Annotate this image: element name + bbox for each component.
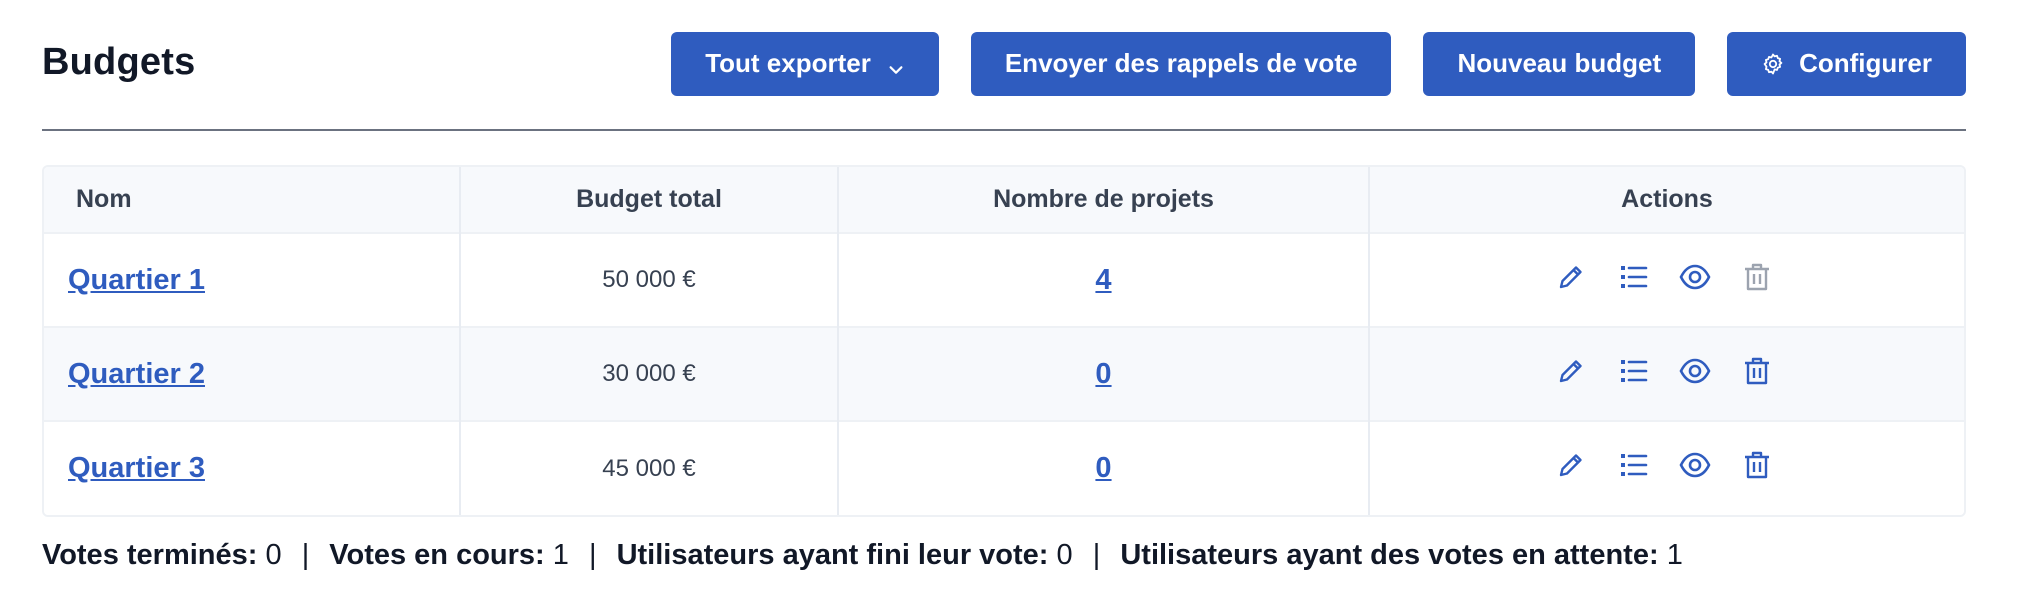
projects-count-cell: 0 [838, 421, 1370, 515]
column-header-projects: Nombre de projets [838, 167, 1370, 233]
list-icon[interactable] [1617, 449, 1649, 481]
budget-name-link[interactable]: Quartier 2 [68, 358, 205, 390]
eye-icon[interactable] [1679, 449, 1711, 481]
trash-icon [1741, 261, 1773, 293]
send-vote-reminders-label: Envoyer des rappels de vote [1004, 48, 1358, 78]
projects-count-link[interactable]: 4 [1095, 264, 1111, 296]
votes-finished-label: Votes terminés: [42, 539, 258, 571]
separator: | [301, 539, 310, 571]
new-budget-label: Nouveau budget [1457, 48, 1662, 78]
vote-statistics: Votes terminés: 0 | Votes en cours: 1 | … [42, 539, 1966, 572]
page-header: Budgets Tout exporter Envoyer des rappel… [42, 0, 1966, 131]
edit-icon[interactable] [1555, 355, 1587, 387]
configure-button[interactable]: Configurer [1727, 31, 1966, 96]
projects-count-link[interactable]: 0 [1095, 358, 1111, 390]
budget-name-link[interactable]: Quartier 3 [68, 452, 205, 484]
votes-ongoing-label: Votes en cours: [329, 539, 545, 571]
budget-total-cell: 50 000 € [460, 233, 839, 327]
export-all-label: Tout exporter [705, 48, 871, 78]
eye-icon[interactable] [1679, 261, 1711, 293]
budget-name-cell: Quartier 2 [44, 327, 461, 421]
column-header-actions: Actions [1621, 185, 1713, 213]
separator: | [1092, 539, 1101, 571]
users-done-value: 0 [1056, 539, 1073, 571]
edit-icon[interactable] [1555, 449, 1587, 481]
trash-icon[interactable] [1741, 355, 1773, 387]
users-pending-value: 1 [1666, 539, 1683, 571]
table-header-row: Nom Budget total Nombre de projets Actio… [44, 167, 1964, 233]
list-icon[interactable] [1617, 355, 1649, 387]
column-header-name: Nom [44, 167, 461, 233]
budget-name-cell: Quartier 1 [44, 233, 461, 327]
budget-total-cell: 30 000 € [460, 327, 839, 421]
budget-name-link[interactable]: Quartier 1 [68, 264, 205, 296]
table-row: Quartier 1 50 000 € 4 [44, 233, 1964, 327]
separator: | [588, 539, 597, 571]
users-pending-label: Utilisateurs ayant des votes en attente: [1120, 539, 1659, 571]
edit-icon[interactable] [1555, 261, 1587, 293]
votes-finished-value: 0 [265, 539, 282, 571]
budgets-table: Nom Budget total Nombre de projets Actio… [42, 165, 1966, 517]
projects-count-link[interactable]: 0 [1095, 452, 1111, 484]
column-header-total: Budget total [460, 167, 839, 233]
budgets-page: Budgets Tout exporter Envoyer des rappel… [0, 0, 2028, 610]
actions-cell [1369, 327, 1964, 421]
header-actions: Tout exporter Envoyer des rappels de vot… [671, 31, 1966, 96]
table-row: Quartier 2 30 000 € 0 [44, 327, 1964, 421]
budget-total-cell: 45 000 € [460, 421, 839, 515]
gear-icon [1761, 52, 1785, 76]
configure-label: Configurer [1799, 48, 1932, 78]
new-budget-button[interactable]: Nouveau budget [1423, 31, 1696, 96]
budget-name-cell: Quartier 3 [44, 421, 461, 515]
projects-count-cell: 4 [838, 233, 1370, 327]
send-vote-reminders-button[interactable]: Envoyer des rappels de vote [970, 31, 1392, 96]
page-title: Budgets [42, 41, 196, 83]
chevron-down-icon [887, 55, 905, 74]
list-icon[interactable] [1617, 261, 1649, 293]
eye-icon[interactable] [1679, 355, 1711, 387]
projects-count-cell: 0 [838, 327, 1370, 421]
actions-cell [1369, 233, 1964, 327]
users-done-label: Utilisateurs ayant fini leur vote: [616, 539, 1049, 571]
trash-icon[interactable] [1741, 449, 1773, 481]
actions-cell [1369, 421, 1964, 515]
table-row: Quartier 3 45 000 € 0 [44, 421, 1964, 515]
votes-ongoing-value: 1 [552, 539, 569, 571]
export-all-button[interactable]: Tout exporter [671, 31, 939, 96]
